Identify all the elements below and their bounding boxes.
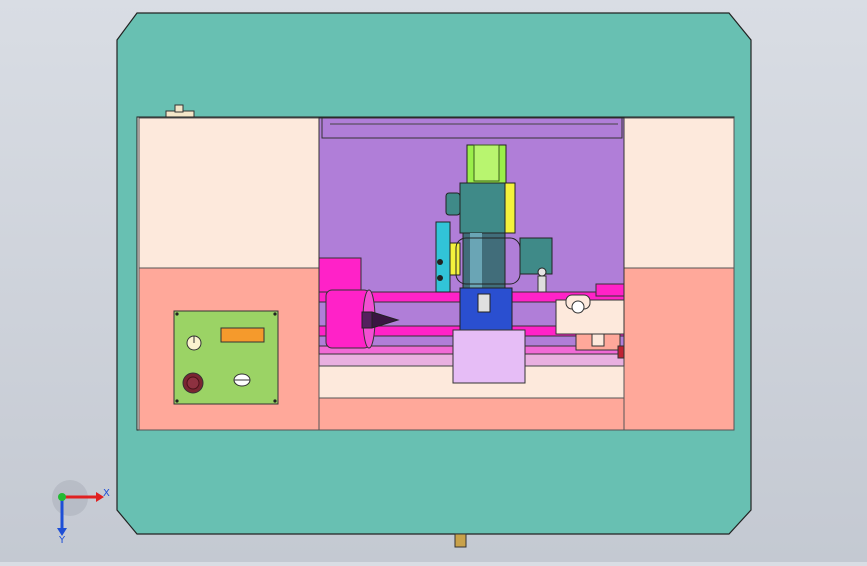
right-upper-panel[interactable] [623,117,735,269]
tailstock-hole [571,300,585,314]
axis-triad-icon: X Y [52,480,110,546]
chuck-tool-holder [361,311,373,329]
bracket-screw [537,267,547,277]
axis-x-label: X [103,488,110,499]
panel-screw [175,312,179,316]
left-upper-panel[interactable] [138,117,320,269]
spindle-tool [477,293,491,313]
head-yellow-side [504,182,516,234]
enclosure-foot [454,533,467,548]
bracket-screw-stem [537,275,547,293]
head-knob [445,192,461,216]
right-bracket [519,237,553,275]
slide-bracket [435,221,451,293]
tailstock-lever [617,345,625,359]
axis-y-label: Y [58,535,66,546]
right-lower-panel[interactable] [623,267,735,431]
top-rail [321,117,623,139]
barrel-highlight [470,233,482,288]
tailstock-clamp [591,333,605,347]
panel-screw [273,312,277,316]
bracket-bolt-2 [437,275,443,281]
panel-screw [175,399,179,403]
panel-screw [273,399,277,403]
carriage-block[interactable] [452,329,526,384]
way-right-block [595,283,625,297]
bracket-bolt-1 [437,259,443,265]
cad-model-svg: X Y [52,12,752,548]
cad-viewport[interactable]: X Y [0,0,867,562]
bed-pink [318,397,625,431]
head-yellow-plate [449,242,461,276]
motor-highlight [473,144,500,182]
top-fitting-cap [174,104,184,113]
control-display [220,327,265,343]
spindle-barrel[interactable] [462,232,506,289]
emergency-stop-inner [186,376,200,390]
way-block-left[interactable] [318,257,362,295]
